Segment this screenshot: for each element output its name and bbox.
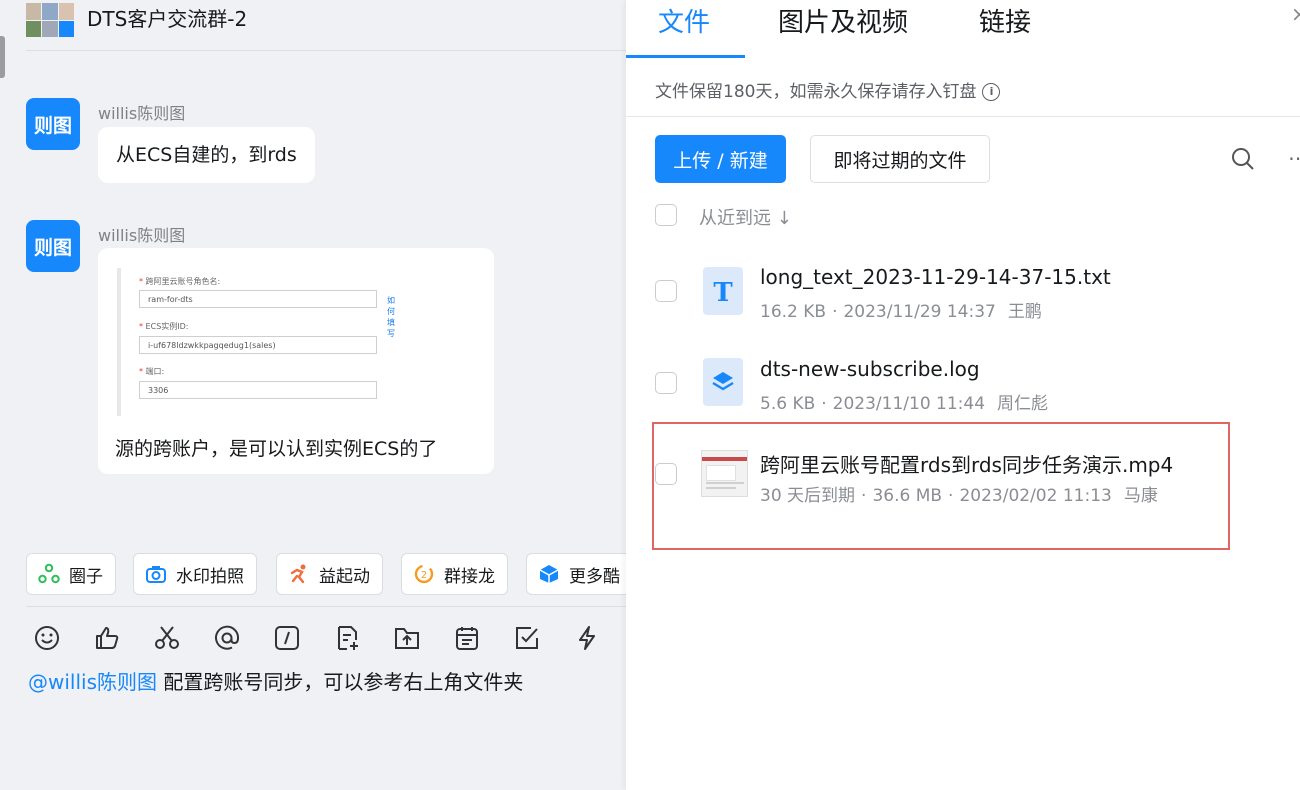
upload-icon[interactable]	[393, 622, 453, 654]
header-divider	[26, 50, 626, 51]
message-input[interactable]: @willis陈则图 配置跨账号同步，可以参考右上角文件夹	[28, 666, 523, 695]
quick-action-watermark-photo[interactable]: 水印拍照	[133, 553, 257, 595]
sort-toggle[interactable]: 从近到远 ↓	[699, 204, 792, 230]
text-file-icon: T	[703, 267, 743, 315]
screenshot-field: i-uf678ldzwkkpagqedug1(sales)	[139, 336, 377, 354]
info-icon[interactable]: i	[982, 83, 1001, 101]
group-files-panel: 文件 图片及视频 链接 × 文件保留180天，如需永久保存请存入钉盘 i 上传 /…	[626, 0, 1300, 790]
file-date: 2023/11/29 14:37	[843, 302, 996, 322]
file-checkbox[interactable]	[655, 372, 677, 394]
group-avatar[interactable]	[26, 3, 74, 37]
sender-name: willis陈则图	[98, 226, 186, 245]
quick-action-label: 圈子	[69, 566, 103, 587]
quick-action-solitaire[interactable]: 2 群接龙	[401, 553, 508, 595]
layers-file-icon	[703, 358, 743, 406]
file-meta: 16.2 KB · 2023/11/29 14:37 王鹏	[760, 302, 1042, 322]
panel-divider	[626, 116, 1300, 117]
expiring-files-button[interactable]: 即将过期的文件	[810, 135, 990, 183]
message-text: 从ECS自建的，到rds	[116, 144, 297, 166]
select-all-checkbox[interactable]	[655, 204, 677, 226]
quick-action-label: 益起动	[319, 566, 370, 587]
retention-notice: 文件保留180天，如需永久保存请存入钉盘 i	[655, 77, 1001, 102]
screenshot-field: ram-for-dts	[139, 290, 377, 308]
composer-toolbar	[33, 622, 626, 654]
quick-action-more[interactable]: 更多酷	[526, 553, 626, 595]
svg-text:2: 2	[421, 570, 427, 581]
tab-images-videos[interactable]: 图片及视频	[778, 2, 908, 39]
message-bubble[interactable]: 从ECS自建的，到rds	[98, 127, 315, 183]
retention-notice-text: 文件保留180天，如需永久保存请存入钉盘	[655, 82, 977, 102]
message-text: 源的跨账户，是可以认到实例ECS的了	[115, 438, 438, 460]
screenshot-label: 端口:	[145, 367, 165, 376]
screenshot-link: 如何填写	[387, 296, 395, 338]
svg-text:T: T	[713, 278, 733, 305]
task-check-icon[interactable]	[513, 622, 573, 654]
close-icon[interactable]: ×	[1291, 2, 1300, 26]
sender-avatar[interactable]: 则图	[26, 220, 80, 272]
doc-add-icon[interactable]	[333, 622, 393, 654]
file-meta: 5.6 KB · 2023/11/10 11:44 周仁彪	[760, 394, 1049, 414]
thumbs-up-icon[interactable]	[93, 622, 153, 654]
chat-pane: DTS客户交流群-2 则图 willis陈则图 从ECS自建的，到rds 则图 …	[0, 0, 626, 790]
input-divider	[26, 606, 626, 607]
slash-command-icon[interactable]	[273, 622, 333, 654]
file-uploader: 周仁彪	[997, 394, 1049, 414]
upload-new-button[interactable]: 上传 / 新建	[655, 135, 786, 183]
sender-name: willis陈则图	[98, 104, 186, 123]
more-icon[interactable]: ⋯	[1288, 146, 1300, 170]
quick-action-label: 水印拍照	[176, 566, 244, 587]
cube-icon	[537, 562, 561, 586]
quick-action-circle[interactable]: 圈子	[26, 553, 116, 595]
running-icon	[287, 562, 311, 586]
scrollbar-handle[interactable]	[0, 36, 5, 78]
calendar-icon[interactable]	[453, 622, 513, 654]
quick-action-yiqidong[interactable]: 益起动	[276, 553, 383, 595]
quick-action-label: 群接龙	[444, 566, 495, 587]
screenshot-label: 跨阿里云账号角色名:	[145, 277, 221, 286]
emoji-icon[interactable]	[33, 622, 93, 654]
camera-icon	[144, 562, 168, 586]
sender-avatar[interactable]: 则图	[26, 98, 80, 150]
file-name[interactable]: dts-new-subscribe.log	[760, 357, 980, 381]
lightning-icon[interactable]	[573, 622, 626, 654]
file-name[interactable]: long_text_2023-11-29-14-37-15.txt	[760, 265, 1111, 289]
solitaire-icon: 2	[412, 562, 436, 586]
active-tab-indicator	[626, 55, 745, 58]
group-title: DTS客户交流群-2	[87, 7, 248, 31]
file-size: 16.2 KB	[760, 302, 827, 322]
tab-files[interactable]: 文件	[658, 2, 710, 39]
circle-group-icon	[37, 562, 61, 586]
tab-links[interactable]: 链接	[979, 2, 1031, 39]
screenshot-label: ECS实例ID:	[145, 322, 189, 331]
draft-text: 配置跨账号同步，可以参考右上角文件夹	[157, 670, 524, 694]
at-icon[interactable]	[213, 622, 273, 654]
mention-tag[interactable]: @willis陈则图	[28, 670, 157, 694]
file-uploader: 王鹏	[1007, 302, 1042, 322]
scissors-icon[interactable]	[153, 622, 213, 654]
message-screenshot-image[interactable]: * 跨阿里云账号角色名: ram-for-dts 如何填写 * ECS实例ID:…	[117, 268, 395, 416]
file-date: 2023/11/10 11:44	[832, 394, 986, 414]
quick-action-label: 更多酷	[569, 566, 620, 587]
highlight-annotation-box	[652, 422, 1230, 550]
search-icon[interactable]	[1231, 147, 1255, 175]
file-checkbox[interactable]	[655, 280, 677, 302]
file-size: 5.6 KB	[760, 394, 816, 414]
screenshot-field: 3306	[139, 381, 377, 399]
